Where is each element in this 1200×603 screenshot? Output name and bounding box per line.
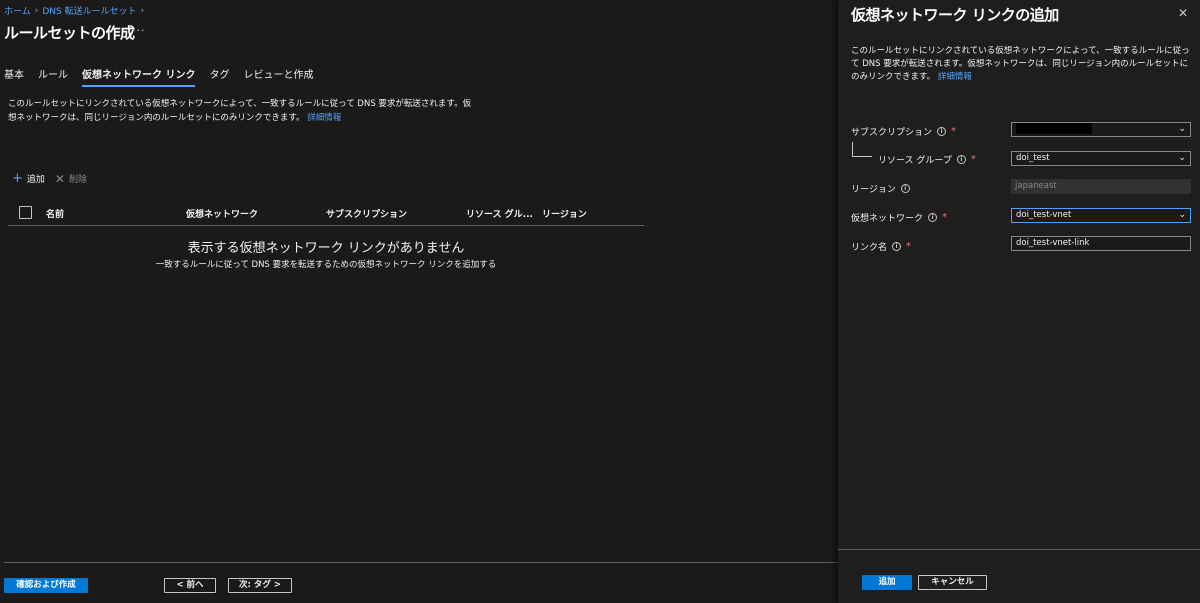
subscription-label: サブスクリプション i * (851, 125, 956, 138)
column-header-region[interactable]: リージョン (542, 207, 587, 220)
x-icon: ✕ (54, 171, 65, 186)
breadcrumb-dns-ruleset[interactable]: DNS 転送ルールセット (42, 4, 136, 17)
vnet-value: doi_test-vnet (1016, 210, 1072, 220)
breadcrumb-home[interactable]: ホーム (4, 4, 31, 17)
chevron-down-icon: ⌄ (1178, 124, 1186, 134)
panel-description: このルールセットにリンクされている仮想ネットワークによって、一致するルールに従っ… (851, 45, 1191, 84)
chevron-down-icon: ⌄ (1178, 153, 1186, 163)
delete-label: 削除 (68, 175, 87, 185)
description-text: このルールセットにリンクされている仮想ネットワークによって、一致するルールに従っ… (8, 99, 472, 123)
tab-virtual-network-links[interactable]: 仮想ネットワーク リンク (82, 66, 196, 87)
page-title: ルールセットの作成 (4, 24, 135, 42)
required-marker: * (970, 154, 976, 165)
region-label-text: リージョン (851, 185, 896, 195)
hierarchy-connector (852, 142, 872, 157)
tab-bar: 基本 ルール 仮想ネットワーク リンク タグ レビューと作成 (4, 66, 327, 87)
info-icon[interactable]: i (956, 155, 966, 164)
info-icon[interactable]: i (900, 184, 910, 193)
empty-state-title: 表示する仮想ネットワーク リンクがありません (187, 241, 465, 256)
empty-state-subtitle: 一致するルールに従って DNS 要求を転送するための仮想ネットワーク リンクを追… (155, 260, 497, 270)
footer-divider (4, 562, 838, 563)
subscription-label-text: サブスクリプション (851, 128, 933, 138)
vnet-label: 仮想ネットワーク i * (851, 211, 947, 224)
column-header-subscription[interactable]: サブスクリプション (326, 207, 407, 220)
panel-learn-more-link[interactable]: 詳細情報 (938, 72, 972, 82)
tab-review-create[interactable]: レビューと作成 (243, 66, 313, 87)
tab-rules[interactable]: ルール (38, 66, 68, 87)
toolbar: + 追加 ✕ 削除 (12, 170, 87, 186)
add-label: 追加 (26, 175, 45, 185)
resource-group-label-text: リソース グループ (878, 156, 952, 166)
required-marker: * (942, 212, 948, 223)
main-blade: ホーム › DNS 転送ルールセット › ルールセットの作成 ··· 基本 ルー… (0, 0, 838, 603)
region-label: リージョン i (851, 182, 910, 195)
previous-button[interactable]: < 前へ (164, 578, 216, 593)
link-name-label-text: リンク名 (851, 243, 888, 253)
info-icon[interactable]: i (892, 242, 902, 251)
info-icon[interactable]: i (937, 127, 947, 136)
vnet-label-text: 仮想ネットワーク (851, 214, 924, 224)
learn-more-link[interactable]: 詳細情報 (307, 113, 341, 123)
tab-basics[interactable]: 基本 (4, 66, 24, 87)
link-name-label: リンク名 i * (851, 240, 911, 253)
resource-group-dropdown[interactable]: doi_test ⌄ (1011, 151, 1191, 166)
panel-footer-divider (838, 549, 1200, 550)
column-header-name[interactable]: 名前 (46, 207, 64, 220)
plus-icon: + (12, 170, 23, 186)
column-header-resource-group[interactable]: リソース グル... (466, 207, 533, 220)
panel-title: 仮想ネットワーク リンクの追加 (851, 6, 1059, 24)
required-marker: * (906, 241, 912, 252)
add-button[interactable]: + 追加 (12, 170, 45, 186)
column-header-vnet[interactable]: 仮想ネットワーク (186, 207, 258, 220)
close-icon[interactable]: ✕ (1178, 6, 1188, 20)
add-vnet-link-panel: 仮想ネットワーク リンクの追加 ✕ このルールセットにリンクされている仮想ネット… (838, 0, 1200, 603)
panel-cancel-button[interactable]: キャンセル (918, 575, 987, 590)
next-tags-button[interactable]: 次: タグ > (228, 578, 292, 593)
resource-group-label: リソース グループ i * (878, 153, 976, 166)
delete-button[interactable]: ✕ 削除 (54, 171, 87, 186)
info-icon[interactable]: i (928, 213, 938, 222)
chevron-down-icon: ⌄ (1178, 210, 1186, 220)
link-name-input[interactable]: doi_test-vnet-link (1011, 236, 1191, 251)
chevron-right-icon: › (34, 5, 39, 16)
table-header: 名前 仮想ネットワーク サブスクリプション リソース グル... リージョン (8, 204, 644, 226)
panel-add-button[interactable]: 追加 (862, 575, 912, 590)
vnet-dropdown[interactable]: doi_test-vnet ⌄ (1011, 208, 1191, 223)
tab-description: このルールセットにリンクされている仮想ネットワークによって、一致するルールに従っ… (8, 97, 478, 125)
breadcrumb: ホーム › DNS 転送ルールセット › (4, 4, 145, 18)
region-field: japaneast (1011, 179, 1191, 194)
panel-description-text: このルールセットにリンクされている仮想ネットワークによって、一致するルールに従っ… (851, 46, 1190, 82)
redacted-subscription-value (1016, 122, 1092, 134)
more-icon[interactable]: ··· (132, 24, 146, 37)
chevron-right-icon: › (140, 5, 145, 16)
review-create-button[interactable]: 確認および作成 (4, 578, 88, 593)
required-marker: * (951, 126, 957, 137)
tab-tags[interactable]: タグ (209, 66, 229, 87)
select-all-checkbox[interactable] (19, 206, 32, 219)
subscription-dropdown[interactable]: ⌄ (1011, 122, 1191, 137)
resource-group-value: doi_test (1016, 153, 1050, 163)
